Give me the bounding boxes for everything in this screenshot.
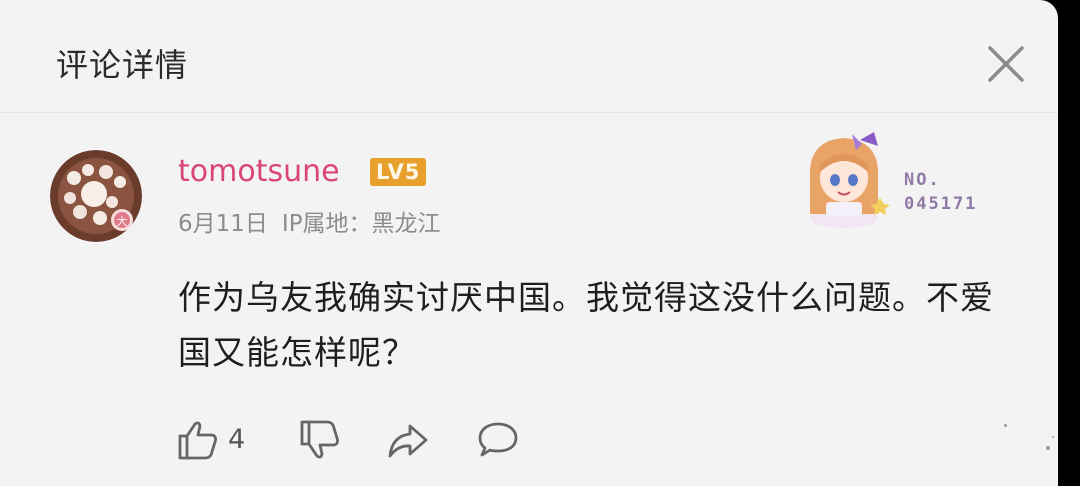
fan-card-character-image <box>810 132 890 228</box>
comment-date: 6月11日 <box>178 211 268 237</box>
header-divider <box>0 112 1058 113</box>
thumbs-up-icon <box>178 421 217 460</box>
fan-card-number-label: NO. <box>904 170 941 190</box>
comment-detail-sheet: 评论详情 大 tomotsune LV5 6月11日 IP属地：黑龙江 NO. … <box>0 0 1058 486</box>
noise-speck <box>1052 436 1054 438</box>
close-icon <box>988 46 1024 82</box>
comment-meta: 6月11日 IP属地：黑龙江 <box>178 204 455 238</box>
like-button[interactable]: 4 <box>176 418 266 462</box>
level-badge: LV5 <box>370 158 427 186</box>
share-icon <box>388 424 428 458</box>
page-title: 评论详情 <box>56 46 189 84</box>
dislike-button[interactable] <box>298 418 342 462</box>
fan-card-number: NO. 045171 <box>904 168 977 216</box>
ip-location: IP属地：黑龙江 <box>281 211 441 237</box>
fan-card[interactable]: NO. 045171 <box>796 130 1006 230</box>
close-button[interactable] <box>980 38 1032 90</box>
avatar[interactable]: 大 <box>50 150 142 242</box>
noise-speck <box>1046 446 1050 450</box>
thumbs-down-icon <box>300 420 339 459</box>
comment-bubble-icon <box>478 422 518 457</box>
username-link[interactable]: tomotsune <box>178 154 340 189</box>
comment-text: 作为乌友我确实讨厌中国。我觉得这没什么问题。不爱国又能怎样呢？ <box>178 278 994 372</box>
fan-card-number-value: 045171 <box>904 194 978 214</box>
noise-speck <box>1004 424 1007 427</box>
share-button[interactable] <box>386 418 430 462</box>
reply-button[interactable] <box>476 418 520 462</box>
avatar-image: 大 <box>50 150 142 242</box>
svg-text:大: 大 <box>117 214 128 228</box>
like-count: 4 <box>228 424 246 455</box>
